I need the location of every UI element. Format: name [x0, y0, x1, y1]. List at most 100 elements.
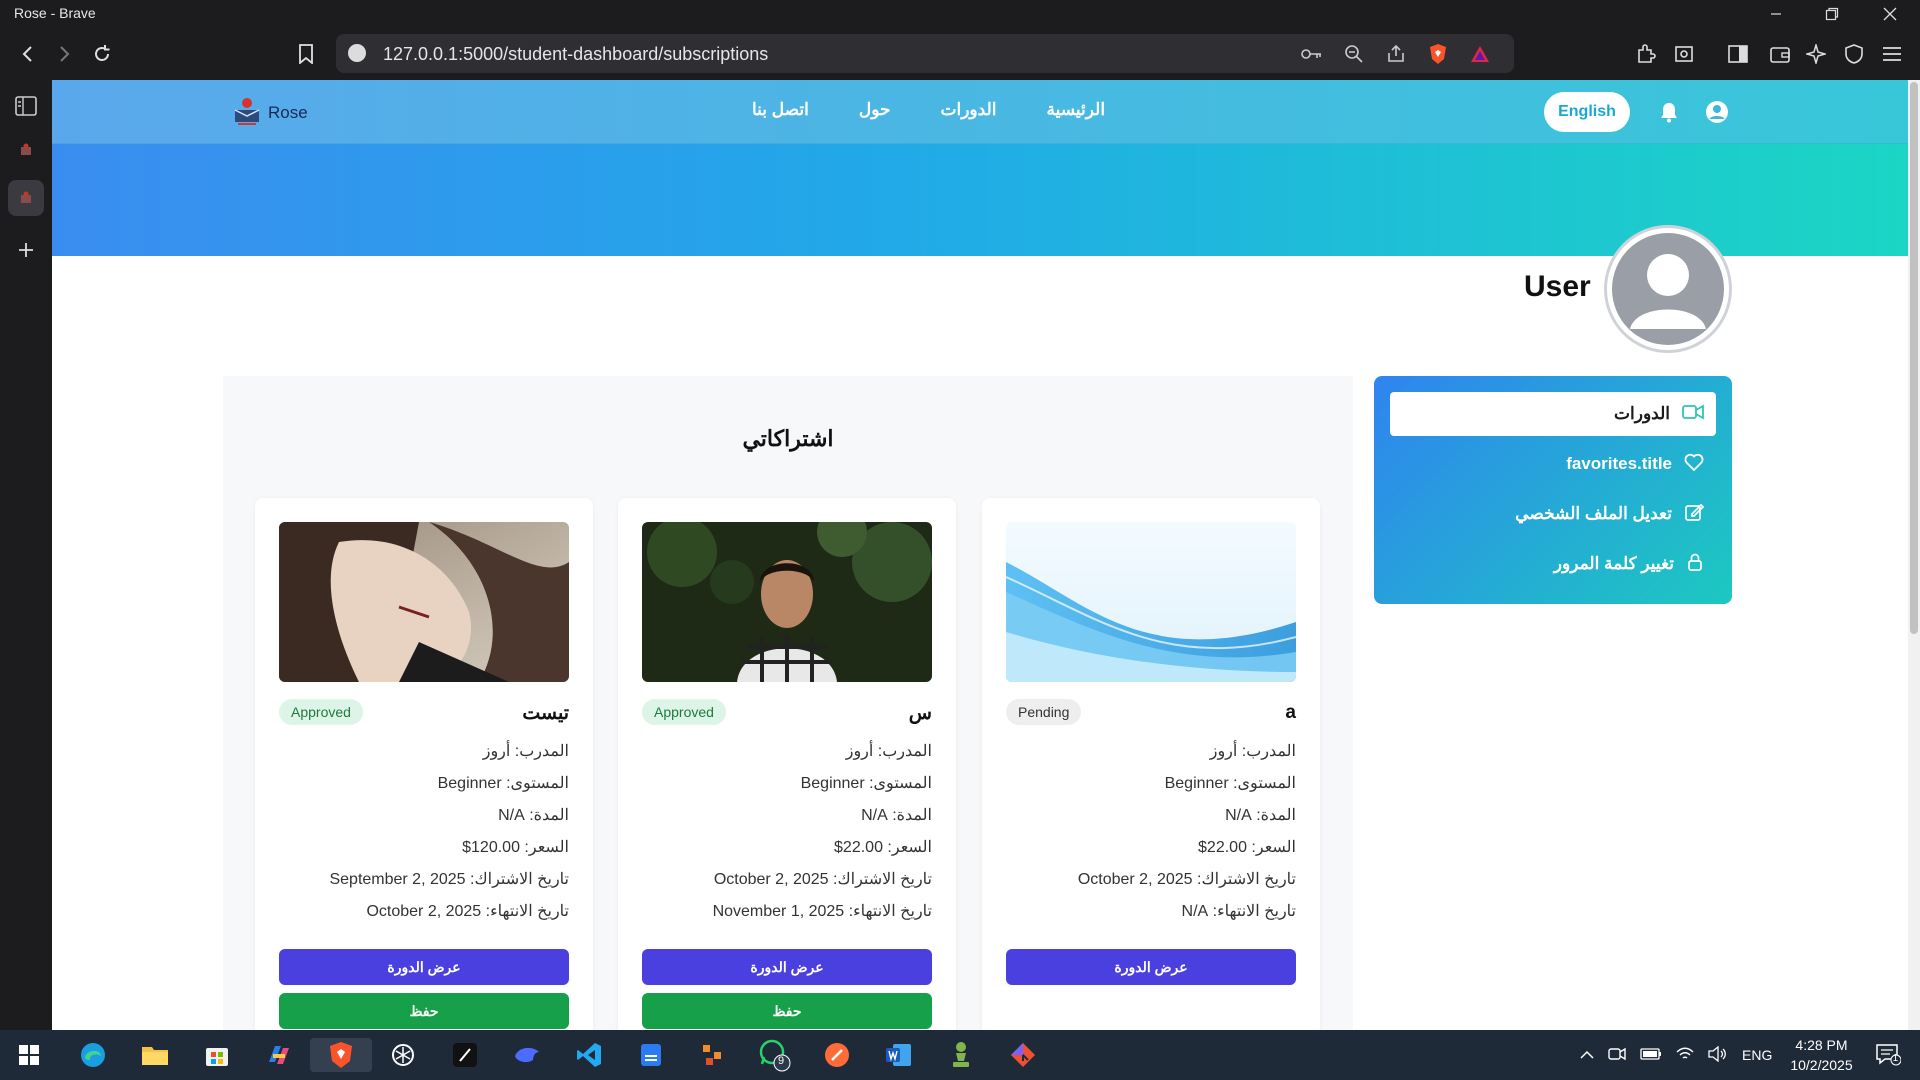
key-icon[interactable]: [1296, 38, 1328, 70]
postman-icon[interactable]: [820, 1038, 854, 1072]
store-icon[interactable]: [200, 1038, 234, 1072]
site-info-icon[interactable]: [348, 44, 366, 62]
clock-time: 4:28 PM: [1795, 1037, 1848, 1053]
view-course-button[interactable]: عرض الدورة: [279, 949, 569, 985]
leo-ai-icon[interactable]: [1800, 38, 1832, 70]
course-thumbnail[interactable]: [279, 522, 569, 682]
notification-icon[interactable]: 1: [1875, 1042, 1902, 1069]
save-button[interactable]: حفظ: [642, 993, 932, 1029]
camera-icon[interactable]: [1608, 1047, 1626, 1064]
edge-icon[interactable]: [76, 1038, 110, 1072]
language-toggle-button[interactable]: English: [1544, 92, 1630, 132]
pinned-site-active-icon[interactable]: [8, 180, 44, 216]
profile-name: User: [1524, 270, 1591, 303]
reload-button[interactable]: [86, 38, 118, 70]
course-title: س: [908, 703, 932, 724]
profile-menu: الدورات favorites.title تعديل الملف الشخ…: [1374, 376, 1732, 604]
url-text[interactable]: 127.0.0.1:5000/student-dashboard/subscri…: [383, 44, 768, 65]
back-button[interactable]: [12, 38, 44, 70]
lock-icon: [1686, 552, 1704, 577]
restore-button[interactable]: [1808, 0, 1856, 28]
section-title: اشتراكاتي: [742, 426, 834, 451]
file-explorer-icon[interactable]: [138, 1038, 172, 1072]
clock[interactable]: 4:28 PM 10/2/2025: [1790, 1035, 1852, 1075]
nav-about-link[interactable]: حول: [859, 100, 891, 120]
whatsapp-badge: 9: [778, 1055, 785, 1067]
cursor-app-icon[interactable]: [448, 1038, 482, 1072]
nav-home-link[interactable]: الرئيسية: [1046, 100, 1105, 120]
panel-toggle-icon[interactable]: [8, 88, 44, 124]
profile-avatar: [1604, 225, 1732, 353]
subscription-date-field: تاريخ الاشتراك: October 2, 2025: [713, 871, 932, 888]
menu-item-courses[interactable]: الدورات: [1390, 392, 1716, 436]
copilot-icon[interactable]: [262, 1038, 296, 1072]
nav-courses-link[interactable]: الدورات: [941, 100, 997, 120]
extensions-icon[interactable]: [1630, 38, 1662, 70]
sidebar-toggle-icon[interactable]: [1722, 38, 1754, 70]
browser-side-panel: [0, 80, 52, 1030]
share-icon[interactable]: [1380, 38, 1412, 70]
add-panel-icon[interactable]: [8, 232, 44, 268]
input-language[interactable]: ENG: [1742, 1047, 1772, 1063]
bookmark-icon[interactable]: [290, 38, 322, 70]
expiry-date-field: تاريخ الانتهاء: N/A: [1181, 903, 1296, 920]
duration-field: المدة: N/A: [498, 807, 569, 824]
view-course-button[interactable]: عرض الدورة: [642, 949, 932, 985]
level-field: المستوى: Beginner: [1164, 775, 1296, 792]
price-field: السعر: 120.00$: [462, 839, 569, 856]
subscription-date-field: تاريخ الاشتراك: October 2, 2025: [1077, 871, 1296, 888]
menu-item-label: تغيير كلمة المرور: [1553, 554, 1674, 573]
menu-item-edit-profile[interactable]: تعديل الملف الشخصي: [1390, 492, 1716, 536]
brave-shields-icon[interactable]: [1422, 38, 1454, 70]
subscriptions-section: اشتراكاتي تيست Approved المدرب: أروز الم…: [223, 376, 1353, 1030]
deepseek-icon[interactable]: [510, 1038, 544, 1072]
close-window-button[interactable]: [1866, 0, 1914, 28]
save-button[interactable]: حفظ: [279, 993, 569, 1029]
menu-icon[interactable]: [1876, 38, 1908, 70]
minimize-button[interactable]: [1752, 0, 1800, 28]
subscription-card: تيست Approved المدرب: أروز المستوى: Begi…: [255, 498, 593, 1030]
notes-app-icon[interactable]: [634, 1038, 668, 1072]
draw-app-icon[interactable]: [696, 1038, 730, 1072]
chatgpt-icon[interactable]: [386, 1038, 420, 1072]
screenshot-icon[interactable]: [1668, 38, 1700, 70]
duration-field: المدة: N/A: [1225, 807, 1296, 824]
video-icon: [1682, 403, 1704, 425]
volume-icon[interactable]: [1708, 1045, 1728, 1065]
level-field: المستوى: Beginner: [800, 775, 932, 792]
scrollbar-thumb[interactable]: [1910, 82, 1918, 634]
view-course-button[interactable]: عرض الدورة: [1006, 949, 1296, 985]
forward-button[interactable]: [48, 38, 80, 70]
menu-item-change-password[interactable]: تغيير كلمة المرور: [1390, 542, 1716, 586]
zoom-icon[interactable]: [1338, 38, 1370, 70]
status-badge: Pending: [1006, 699, 1082, 725]
site-logo[interactable]: Rose: [232, 96, 308, 130]
vscode-icon[interactable]: [572, 1038, 606, 1072]
whatsapp-icon[interactable]: 9: [758, 1038, 792, 1072]
nav-contact-link[interactable]: اتصل بنا: [752, 100, 809, 120]
windows-start-icon[interactable]: [12, 1038, 46, 1072]
git-app-icon[interactable]: [1006, 1038, 1040, 1072]
battery-icon[interactable]: [1640, 1047, 1662, 1063]
user-account-icon[interactable]: [1704, 99, 1730, 125]
menu-item-favorites[interactable]: favorites.title: [1390, 442, 1716, 486]
nav-links: الرئيسية الدورات حول اتصل بنا: [752, 100, 1105, 120]
menu-item-label: تعديل الملف الشخصي: [1515, 504, 1672, 523]
wallet-icon[interactable]: [1764, 38, 1796, 70]
expiry-date-field: تاريخ الانتهاء: October 2, 2025: [366, 903, 569, 920]
course-thumbnail[interactable]: [1006, 522, 1296, 682]
chess-icon[interactable]: [944, 1038, 978, 1072]
chevron-up-icon[interactable]: [1580, 1047, 1594, 1063]
brave-rewards-icon[interactable]: [1464, 38, 1496, 70]
vpn-shield-icon[interactable]: [1838, 38, 1870, 70]
address-bar[interactable]: 127.0.0.1:5000/student-dashboard/subscri…: [336, 34, 1514, 73]
pinned-site-icon[interactable]: [8, 132, 44, 168]
word-icon[interactable]: [882, 1038, 916, 1072]
wifi-icon[interactable]: [1676, 1047, 1694, 1064]
window-titlebar: Rose - Brave: [0, 0, 1920, 28]
bell-icon[interactable]: [1656, 99, 1682, 125]
course-thumbnail[interactable]: [642, 522, 932, 682]
brave-taskbar-icon[interactable]: [310, 1038, 372, 1072]
notification-badge: 1: [1892, 1052, 1899, 1064]
page-scrollbar[interactable]: [1908, 80, 1920, 1030]
